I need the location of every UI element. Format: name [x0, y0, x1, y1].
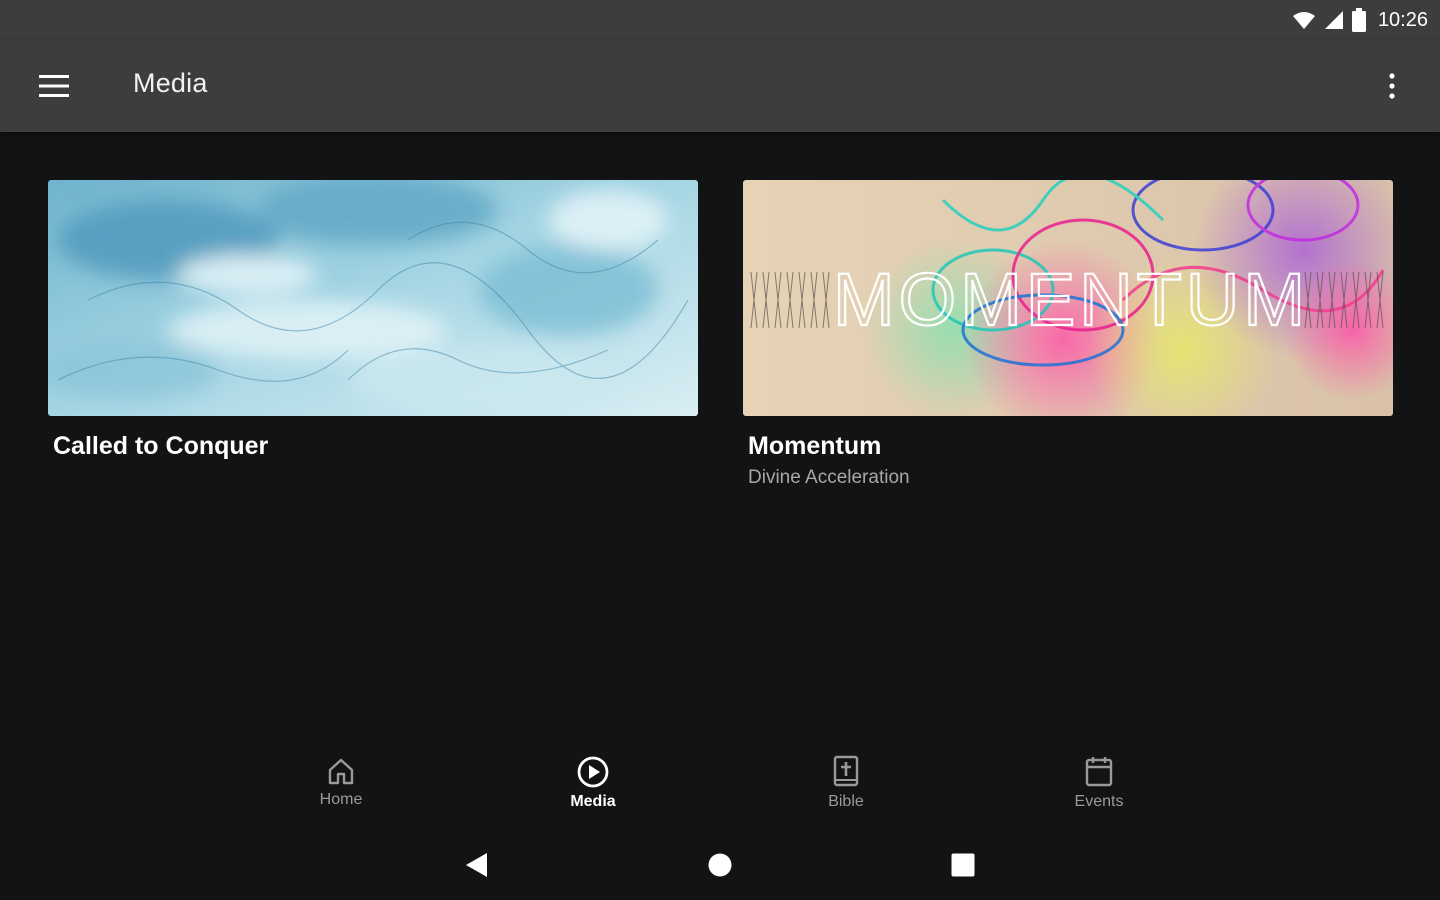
card-thumbnail[interactable]: MOMENTUM — [743, 180, 1393, 416]
calendar-icon — [1085, 757, 1113, 787]
wifi-icon — [1292, 12, 1315, 29]
page-title: Media — [133, 68, 208, 98]
media-grid: Called to Conquer MOMENTUM Momentum Divi… — [0, 132, 1440, 732]
blue-marble-texture — [48, 180, 698, 416]
system-back-button[interactable] — [456, 848, 496, 882]
nav-label: Home — [319, 791, 363, 808]
card-subtitle: Divine Acceleration — [748, 467, 910, 488]
status-icons: 10:26 — [1292, 6, 1428, 34]
overflow-menu-button[interactable] — [1372, 64, 1412, 108]
bible-icon — [833, 755, 859, 787]
system-navigation-bar — [0, 830, 1440, 900]
card-title: Called to Conquer — [53, 432, 269, 460]
more-vertical-icon — [1389, 73, 1395, 99]
back-icon — [466, 853, 487, 877]
colorful-abstract-graphic: MOMENTUM — [743, 180, 1393, 416]
system-recents-button[interactable] — [943, 848, 983, 882]
battery-icon — [1351, 8, 1366, 32]
card-thumbnail[interactable] — [48, 180, 698, 416]
home-icon — [328, 758, 354, 785]
nav-label: Bible — [828, 793, 864, 810]
media-card-called-to-conquer[interactable]: Called to Conquer — [48, 180, 698, 461]
home-circle-icon — [708, 853, 732, 877]
system-home-button[interactable] — [700, 848, 740, 882]
nav-label: Media — [570, 793, 616, 810]
nav-item-events[interactable]: Events — [1029, 755, 1169, 821]
card-title: Momentum — [748, 432, 882, 460]
cell-signal-icon — [1324, 11, 1343, 29]
status-time: 10:26 — [1377, 8, 1428, 31]
nav-item-media[interactable]: Media — [523, 755, 663, 821]
momentum-graphic-text: MOMENTUM — [833, 258, 1309, 341]
nav-label: Events — [1074, 793, 1124, 810]
recents-square-icon — [951, 853, 975, 877]
play-circle-icon — [577, 756, 609, 788]
media-card-momentum[interactable]: MOMENTUM Momentum Divine Acceleration — [743, 180, 1393, 489]
nav-item-bible[interactable]: Bible — [776, 755, 916, 821]
app-bar: Media — [0, 40, 1440, 132]
nav-item-home[interactable]: Home — [271, 755, 411, 821]
bottom-navigation: Home Media Bible Events — [0, 745, 1440, 825]
hamburger-menu-icon — [39, 75, 69, 97]
menu-button[interactable] — [30, 66, 78, 106]
status-bar: 10:26 — [0, 0, 1440, 40]
